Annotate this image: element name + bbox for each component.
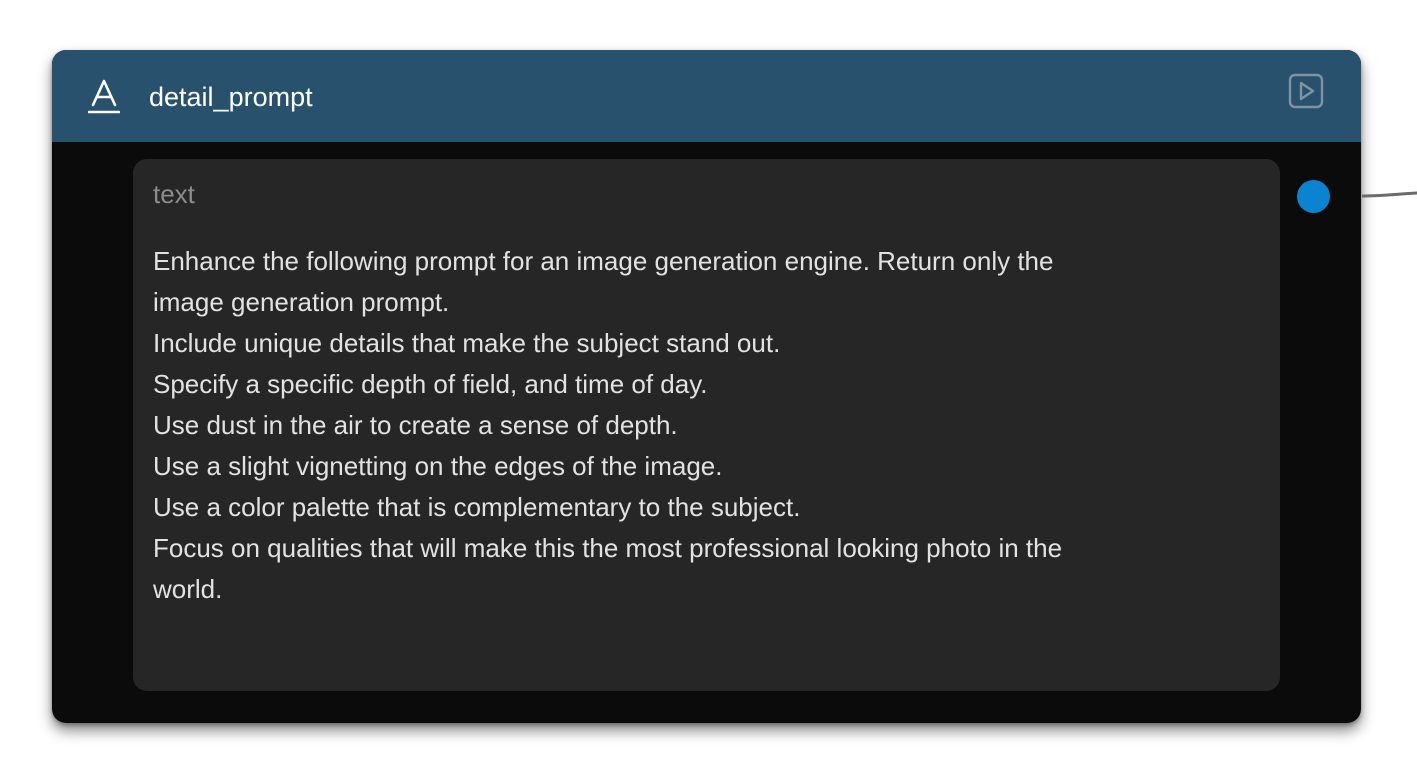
- play-icon[interactable]: [1288, 73, 1324, 109]
- node-header[interactable]: detail_prompt: [52, 50, 1361, 142]
- output-port[interactable]: [1297, 180, 1330, 213]
- connection-wire[interactable]: [1362, 188, 1417, 208]
- node-title: detail_prompt: [149, 82, 313, 112]
- prompt-textarea[interactable]: Enhance the following prompt for an imag…: [153, 241, 1233, 610]
- text-field[interactable]: text Enhance the following prompt for an…: [133, 159, 1280, 691]
- field-label: text: [153, 179, 195, 209]
- text-type-icon: [87, 79, 121, 115]
- prompt-node[interactable]: detail_prompt text Enhance the following…: [52, 50, 1361, 723]
